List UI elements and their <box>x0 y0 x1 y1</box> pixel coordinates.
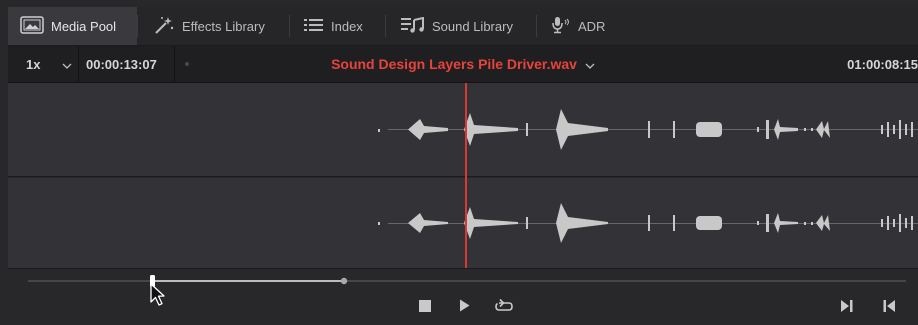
waveform-blip <box>378 222 380 225</box>
waveform-channel-1 <box>378 109 918 150</box>
waveform-channel-2 <box>378 203 918 243</box>
jump-to-start-button[interactable] <box>880 299 898 317</box>
record-timecode: 01:00:08:15 <box>847 56 918 72</box>
loop-button[interactable] <box>493 297 515 319</box>
index-label: Index <box>331 18 363 34</box>
top-toolbar: Media Pool Effects Library Index Sound L… <box>8 7 918 46</box>
toolbar-divider <box>289 15 290 37</box>
magic-wand-icon <box>153 15 182 38</box>
index-tab[interactable]: Index <box>304 7 363 45</box>
chevron-down-icon <box>585 56 595 72</box>
playhead[interactable] <box>465 83 467 268</box>
sound-library-icon <box>401 16 432 36</box>
play-icon <box>459 299 470 317</box>
microphone-icon <box>551 16 578 37</box>
toolbar-divider <box>137 15 138 37</box>
waveform-baseline <box>388 223 918 224</box>
sound-library-label: Sound Library <box>432 18 513 34</box>
waveform-baseline <box>388 129 918 130</box>
clip-title: Sound Design Layers Pile Driver.wav <box>331 56 577 72</box>
sound-library-tab[interactable]: Sound Library <box>401 7 513 45</box>
adr-tab[interactable]: ADR <box>551 7 605 45</box>
adr-label: ADR <box>578 18 606 34</box>
media-pool-label: Media Pool <box>51 18 117 34</box>
sound-viewer-panel: Media Pool Effects Library Index Sound L… <box>8 7 918 325</box>
effects-library-tab[interactable]: Effects Library <box>153 7 265 45</box>
media-pool-tab[interactable]: Media Pool <box>8 7 137 45</box>
mouse-pointer-icon <box>150 283 165 306</box>
loop-icon <box>494 298 514 319</box>
transport-area <box>8 269 918 325</box>
audio-track-1[interactable] <box>8 83 918 177</box>
stop-icon <box>419 299 431 317</box>
viewer-header: 1x 00:00:13:07 Sound Design Layers Pile … <box>8 46 918 83</box>
play-button[interactable] <box>455 299 473 317</box>
list-icon <box>304 18 331 35</box>
stop-button[interactable] <box>416 299 434 317</box>
toolbar-divider <box>385 15 386 37</box>
scrubber-out-handle[interactable] <box>340 277 348 285</box>
toolbar-divider <box>536 15 537 37</box>
jump-to-end-icon <box>841 299 853 317</box>
audio-track-2[interactable] <box>8 178 918 269</box>
media-pool-icon <box>20 15 51 37</box>
waveform-blip <box>378 129 380 132</box>
jump-to-end-button[interactable] <box>838 299 856 317</box>
effects-library-label: Effects Library <box>182 18 265 34</box>
jump-to-start-icon <box>883 299 895 317</box>
clip-title-select[interactable]: Sound Design Layers Pile Driver.wav <box>8 46 918 82</box>
